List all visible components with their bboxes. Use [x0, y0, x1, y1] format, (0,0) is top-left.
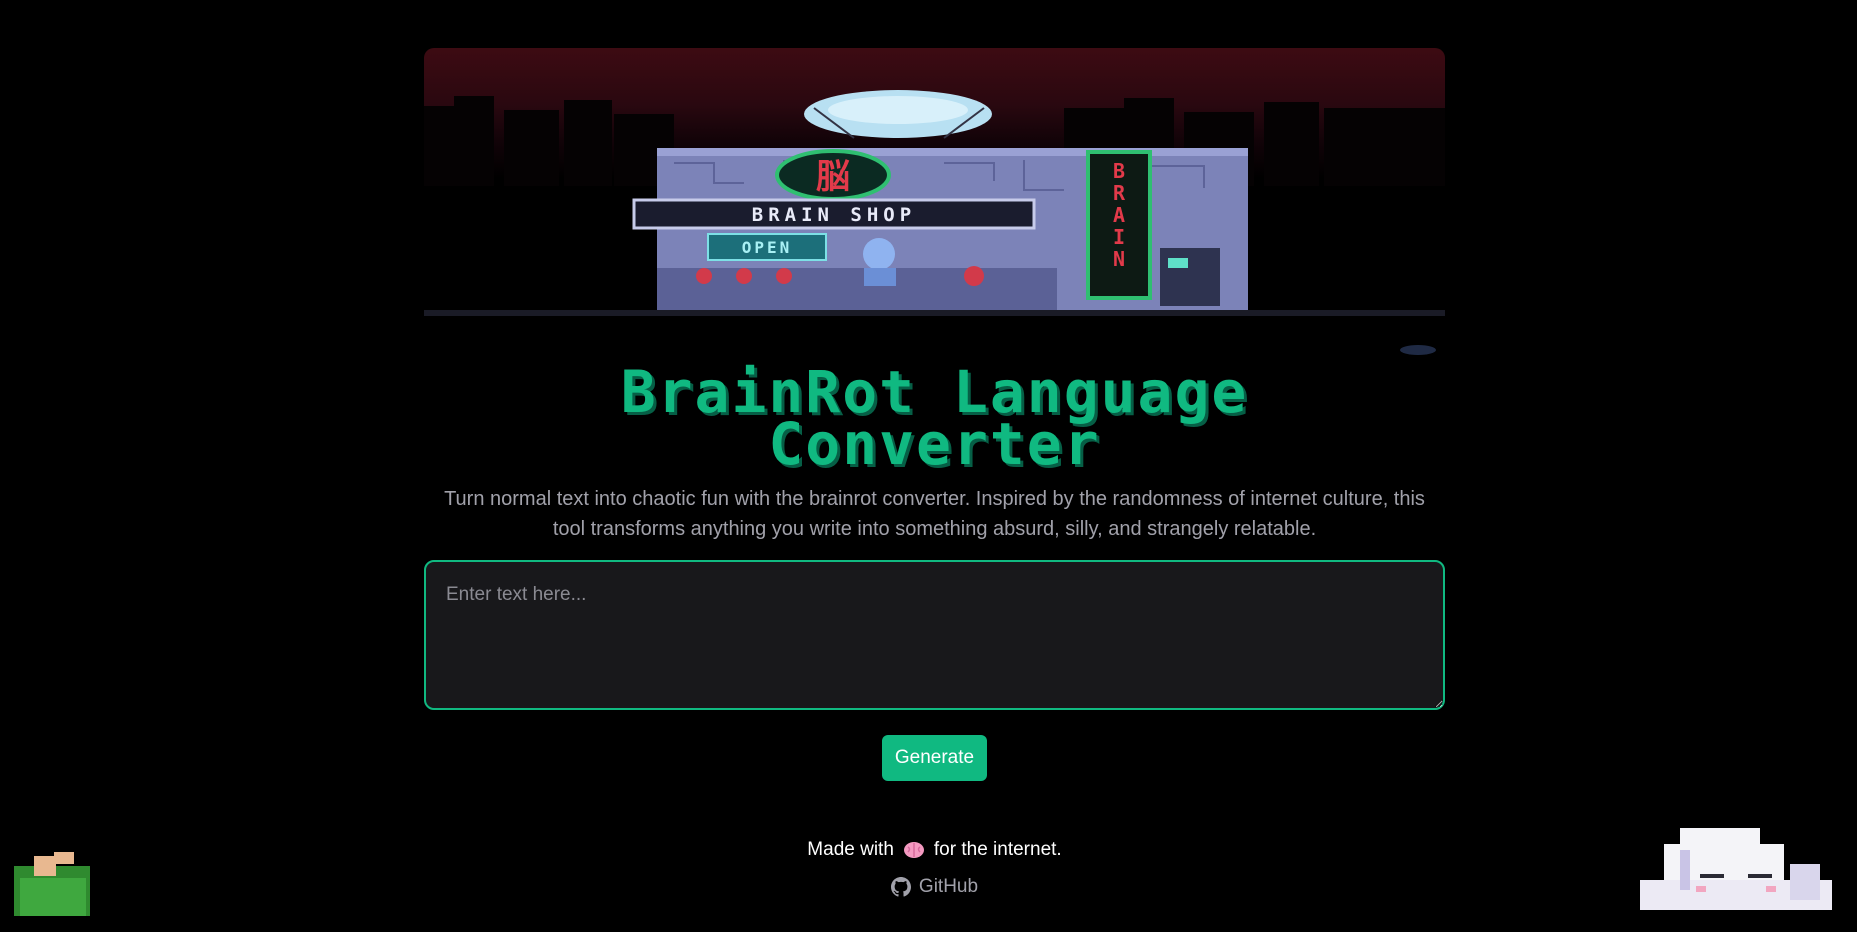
sleepy-ghost-sprite — [1640, 828, 1832, 910]
brain-shop-banner: 脳 B R A I N BRAIN SHOP OPEN — [424, 48, 1445, 358]
text-input[interactable] — [424, 560, 1445, 710]
generate-button[interactable]: Generate — [881, 735, 988, 781]
github-link[interactable]: GitHub — [890, 876, 979, 898]
title-line-2: Converter — [768, 410, 1101, 478]
made-with-line: Made with for the internet. — [807, 838, 1061, 862]
action-row: Generate — [424, 735, 1445, 781]
main-container: 脳 B R A I N BRAIN SHOP OPEN BrainRot Lan… — [424, 48, 1445, 902]
svg-text:I: I — [1113, 225, 1125, 249]
svg-text:OPEN: OPEN — [742, 238, 793, 257]
brain-shop-illustration: 脳 B R A I N BRAIN SHOP OPEN — [424, 90, 1445, 355]
brain-icon — [903, 842, 924, 858]
github-icon — [890, 877, 911, 897]
footer: Made with for the internet. GitHub — [424, 838, 1445, 902]
made-prefix: Made with — [807, 839, 894, 860]
page-title: BrainRot Language Converter — [424, 363, 1445, 473]
svg-text:N: N — [1113, 247, 1125, 271]
made-suffix: for the internet. — [933, 839, 1062, 860]
github-label: GitHub — [918, 876, 979, 897]
shopkeeper — [863, 238, 895, 270]
dancing-man-sprite — [14, 852, 90, 916]
page: 脳 B R A I N BRAIN SHOP OPEN BrainRot Lan… — [0, 0, 1857, 932]
shop-sign-text: BRAIN SHOP — [752, 204, 916, 226]
svg-text:脳: 脳 — [816, 157, 850, 197]
page-description: Turn normal text into chaotic fun with t… — [444, 488, 1425, 540]
svg-text:R: R — [1113, 181, 1126, 205]
svg-text:A: A — [1113, 203, 1125, 227]
svg-text:B: B — [1113, 159, 1125, 183]
